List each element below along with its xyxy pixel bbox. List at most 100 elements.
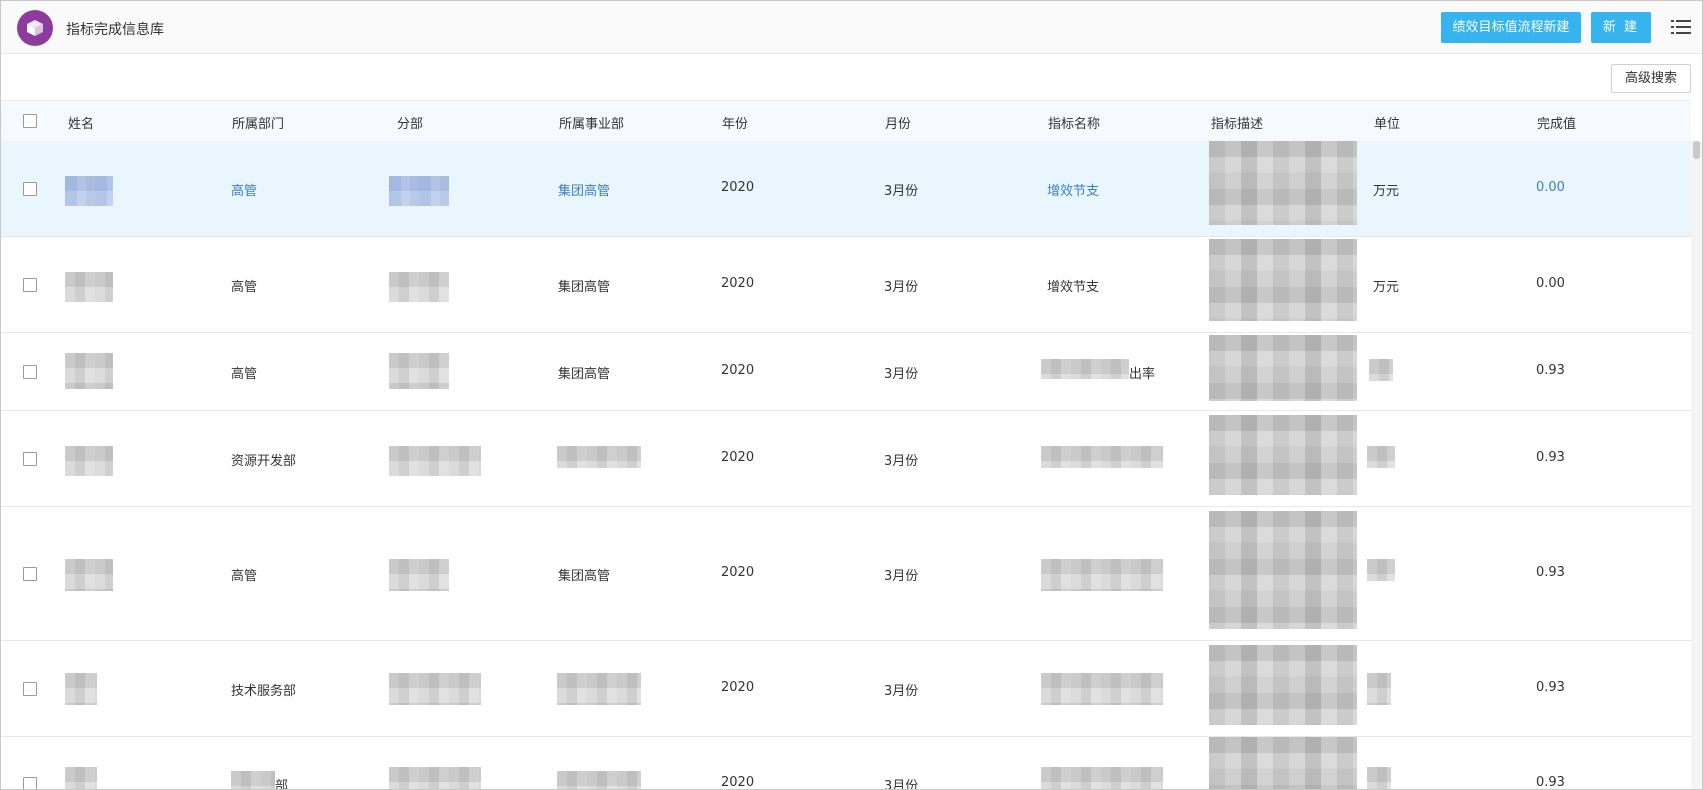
redacted-branch (389, 559, 449, 591)
cell-value: 0.93 (1536, 450, 1565, 465)
cell-unit: 万元 (1373, 280, 1400, 295)
redacted-description (1209, 415, 1357, 495)
table-row[interactable]: 高管 集团高管 2020 3月份 增效节支 万元 0.00 (1, 141, 1691, 237)
page-title: 指标完成信息库 (66, 22, 164, 38)
cell-department[interactable]: 高管 (231, 180, 257, 199)
cell-indicator-name[interactable]: 增效节支 (1047, 180, 1099, 199)
cell-indicator-name: 出率 (1129, 367, 1156, 382)
redacted-name (65, 559, 113, 591)
redacted-division (557, 446, 641, 468)
table-row[interactable]: 部 2020 3月份 0.93 (1, 737, 1691, 790)
redacted-indicator (1041, 673, 1163, 705)
new-performance-flow-button[interactable]: 绩效目标值流程新建 (1441, 12, 1581, 43)
redacted-description (1209, 511, 1357, 629)
cell-year: 2020 (721, 565, 755, 580)
scrollbar-thumb[interactable] (1693, 141, 1700, 159)
column-header-value[interactable]: 完成值 (1537, 113, 1576, 132)
cell-value: 0.93 (1536, 775, 1565, 790)
cell-value: 0.93 (1536, 565, 1565, 580)
cell-department: 部 (275, 779, 289, 790)
list-menu-icon[interactable] (1670, 16, 1692, 38)
redacted-name (65, 767, 97, 789)
vertical-scrollbar[interactable] (1691, 141, 1702, 789)
cell-department: 技术服务部 (231, 684, 297, 699)
table-row[interactable]: 高管 集团高管 2020 3月份 出率 0.93 (1, 333, 1691, 411)
cell-year: 2020 (721, 450, 755, 465)
column-header-department[interactable]: 所属部门 (232, 113, 284, 132)
row-checkbox[interactable] (23, 682, 37, 696)
cell-value: 0.93 (1536, 363, 1565, 378)
redacted-indicator (1041, 559, 1163, 591)
row-checkbox[interactable] (23, 365, 37, 379)
redacted-description (1209, 737, 1357, 789)
redacted-division (557, 673, 641, 705)
row-checkbox[interactable] (23, 567, 37, 581)
table-row[interactable]: 技术服务部 2020 3月份 0.93 (1, 641, 1691, 737)
cell-value: 0.00 (1536, 276, 1565, 291)
redacted-name (65, 272, 113, 302)
redacted-name (65, 176, 113, 206)
redacted-description (1209, 335, 1357, 401)
redacted-description (1209, 645, 1357, 725)
redacted-indicator (1041, 359, 1129, 379)
row-checkbox[interactable] (23, 278, 37, 292)
cell-value: 0.93 (1536, 680, 1565, 695)
redacted-indicator (1041, 767, 1163, 789)
cell-unit: 万元 (1373, 184, 1400, 199)
cell-year: 2020 (721, 775, 755, 790)
window: 指标完成信息库 绩效目标值流程新建 新 建 高级搜索 姓名 所属部门 分部 所属… (0, 0, 1703, 790)
redacted-description (1209, 239, 1357, 321)
cell-month: 3月份 (884, 569, 919, 584)
cell-year: 2020 (721, 680, 755, 695)
cell-year: 2020 (721, 363, 755, 378)
cell-month: 3月份 (884, 684, 919, 699)
column-header-name[interactable]: 姓名 (68, 113, 94, 132)
redacted-branch (389, 767, 481, 789)
redacted-unit (1367, 673, 1391, 705)
cell-department: 高管 (231, 569, 258, 584)
column-header-division[interactable]: 所属事业部 (559, 113, 624, 132)
advanced-search-button[interactable]: 高级搜索 (1611, 64, 1691, 93)
cell-month: 3月份 (884, 367, 919, 382)
cell-month: 3月份 (884, 454, 919, 469)
cell-month: 3月份 (884, 779, 919, 790)
redacted-unit (1367, 446, 1395, 468)
redacted-indicator (1041, 446, 1163, 468)
column-header-indicator-desc[interactable]: 指标描述 (1211, 113, 1263, 132)
table-row[interactable]: 高管 集团高管 2020 3月份 0.93 (1, 507, 1691, 641)
column-header-month[interactable]: 月份 (885, 113, 911, 132)
redacted-description (1209, 141, 1357, 225)
table-header: 姓名 所属部门 分部 所属事业部 年份 月份 指标名称 指标描述 单位 完成值 (1, 100, 1691, 142)
redacted-department (231, 771, 275, 789)
redacted-name (65, 446, 113, 476)
redacted-unit (1369, 359, 1393, 381)
column-header-indicator-name[interactable]: 指标名称 (1048, 113, 1100, 132)
column-header-unit[interactable]: 单位 (1374, 113, 1400, 132)
new-button[interactable]: 新 建 (1591, 12, 1651, 43)
table-row[interactable]: 资源开发部 2020 3月份 0.93 (1, 411, 1691, 507)
cube-icon (17, 10, 53, 46)
redacted-branch (389, 446, 481, 476)
cell-month: 3月份 (884, 184, 919, 199)
select-all-checkbox[interactable] (23, 114, 37, 128)
redacted-name (65, 673, 97, 705)
cell-department: 高管 (231, 367, 258, 382)
row-checkbox[interactable] (23, 182, 37, 196)
redacted-branch (389, 353, 449, 389)
cell-division: 集团高管 (558, 280, 611, 295)
column-header-branch[interactable]: 分部 (397, 113, 423, 132)
app-header: 指标完成信息库 绩效目标值流程新建 新 建 (1, 1, 1702, 54)
cell-year: 2020 (721, 276, 755, 291)
cell-department: 高管 (231, 280, 258, 295)
redacted-division (557, 771, 641, 789)
cell-month: 3月份 (884, 280, 919, 295)
row-checkbox[interactable] (23, 777, 37, 789)
row-checkbox[interactable] (23, 452, 37, 466)
table-row[interactable]: 高管 集团高管 2020 3月份 增效节支 万元 0.00 (1, 237, 1691, 333)
redacted-name (65, 353, 113, 389)
redacted-unit (1367, 559, 1395, 581)
cell-department: 资源开发部 (231, 454, 297, 469)
cell-division[interactable]: 集团高管 (558, 180, 610, 199)
column-header-year[interactable]: 年份 (722, 113, 748, 132)
cell-division: 集团高管 (558, 569, 611, 584)
